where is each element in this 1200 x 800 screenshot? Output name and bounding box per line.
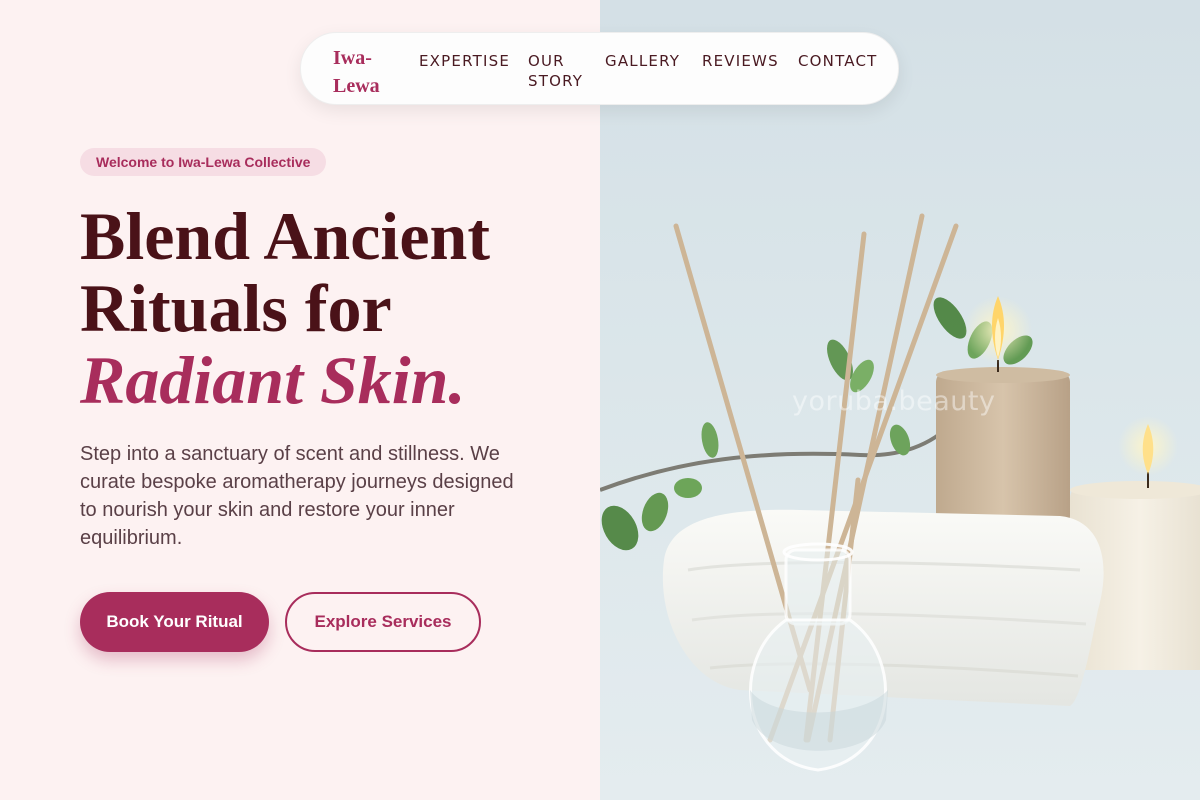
headline-accent: Radiant Skin. — [80, 342, 466, 418]
nav-item-gallery[interactable]: GALLERY — [605, 51, 680, 71]
nav-item-contact[interactable]: CONTACT — [798, 51, 878, 71]
headline-line-1: Blend Ancient — [80, 198, 490, 274]
book-ritual-button[interactable]: Book Your Ritual — [80, 592, 269, 652]
nav-item-expertise[interactable]: EXPERTISE — [419, 51, 510, 71]
nav-item-our-story[interactable]: OUR STORY — [528, 51, 588, 91]
hero-headline: Blend Ancient Rituals for Radiant Skin. — [80, 200, 580, 416]
hero-description: Step into a sanctuary of scent and still… — [80, 443, 514, 549]
nav-item-reviews[interactable]: REVIEWS — [702, 51, 779, 71]
hero-left-panel: Welcome to Iwa-Lewa Collective Blend Anc… — [0, 0, 600, 800]
welcome-badge: Welcome to Iwa-Lewa Collective — [80, 148, 327, 176]
top-navigation: Iwa-Lewa EXPERTISE OUR STORY GALLERY REV… — [300, 32, 899, 105]
image-watermark: yoruba.beauty — [792, 386, 996, 417]
brand-logo[interactable]: Iwa-Lewa — [333, 44, 393, 100]
explore-services-button[interactable]: Explore Services — [285, 592, 481, 652]
headline-line-2: Rituals for — [80, 270, 392, 346]
hero-image: yoruba.beauty — [600, 0, 1200, 800]
